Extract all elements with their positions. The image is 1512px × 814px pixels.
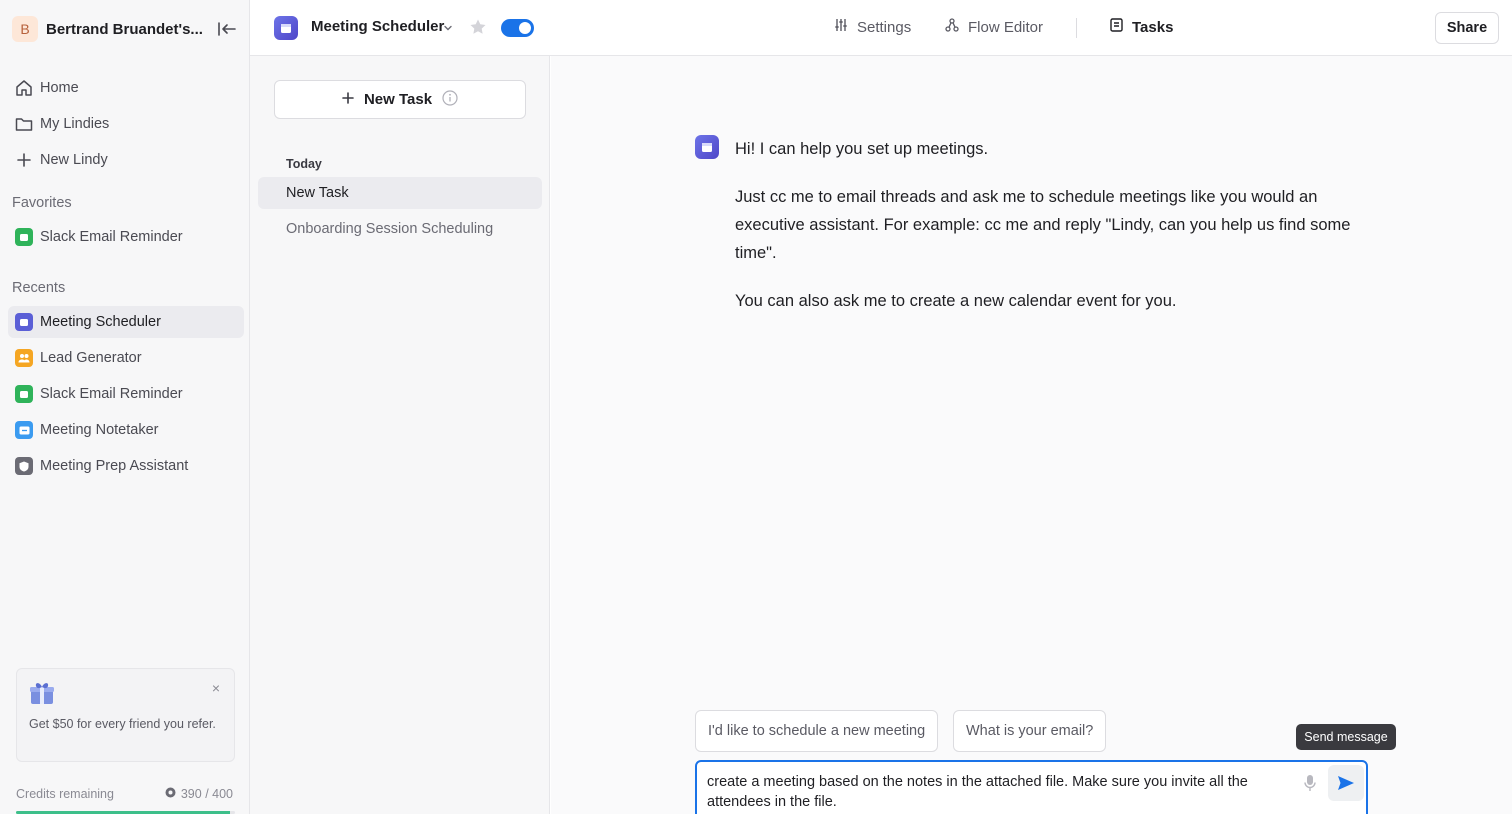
- suggestion-chip[interactable]: What is your email?: [953, 710, 1107, 752]
- info-icon[interactable]: [442, 89, 458, 110]
- nav-new-lindy-label: New Lindy: [40, 152, 108, 168]
- recent-item-label: Meeting Notetaker: [40, 422, 159, 438]
- recent-item-label: Lead Generator: [40, 350, 142, 366]
- calendar-icon: [695, 135, 719, 159]
- tab-tasks[interactable]: Tasks: [1110, 18, 1173, 36]
- favorite-item[interactable]: Slack Email Reminder: [8, 221, 244, 253]
- message-input[interactable]: create a meeting based on the notes in t…: [707, 772, 1287, 812]
- nav-home-label: Home: [40, 80, 79, 96]
- referral-card: × Get $50 for every friend you refer.: [16, 668, 235, 762]
- microphone-icon[interactable]: [1297, 770, 1323, 796]
- recent-item[interactable]: Lead Generator: [8, 342, 244, 374]
- new-task-button[interactable]: New Task: [274, 80, 526, 119]
- recent-item-label: Slack Email Reminder: [40, 386, 183, 402]
- home-icon: [14, 78, 34, 98]
- favorite-item-label: Slack Email Reminder: [40, 229, 183, 245]
- nav-home[interactable]: Home: [8, 72, 244, 104]
- chevron-down-icon[interactable]: [443, 20, 453, 38]
- task-list-pane: New Task Today New Task Onboarding Sessi…: [250, 56, 550, 814]
- plus-icon: [342, 91, 354, 108]
- send-tooltip: Send message: [1296, 724, 1396, 750]
- gift-icon: [29, 681, 55, 710]
- credits-value: 390 / 400: [165, 787, 233, 801]
- plus-icon: [14, 150, 34, 170]
- chat-message: You can also ask me to create a new cale…: [735, 292, 1177, 310]
- recent-item[interactable]: Meeting Prep Assistant: [8, 450, 244, 482]
- new-task-label: New Task: [363, 91, 433, 108]
- close-icon[interactable]: ×: [212, 681, 220, 695]
- message-composer[interactable]: create a meeting based on the notes in t…: [695, 760, 1368, 814]
- tab-settings[interactable]: Settings: [834, 18, 911, 36]
- nav-new-lindy[interactable]: New Lindy: [8, 144, 244, 176]
- chat-message: Just cc me to email threads and ask me t…: [735, 188, 1351, 262]
- slack-email-reminder-icon: [15, 228, 33, 246]
- send-icon: [1338, 776, 1354, 790]
- calendar-icon: [274, 16, 298, 40]
- agent-title[interactable]: Meeting Scheduler: [311, 18, 444, 35]
- task-group-label: Today: [286, 157, 322, 171]
- slack-email-reminder-icon: [15, 385, 33, 403]
- agent-enabled-toggle[interactable]: [501, 19, 534, 37]
- flow-icon: [945, 18, 959, 36]
- tab-flow-editor-label: Flow Editor: [968, 18, 1044, 36]
- credits-count: 390 / 400: [180, 787, 233, 801]
- workspace-avatar: B: [12, 16, 38, 42]
- left-sidebar: B Bertrand Bruandet's... Home My Lindies…: [0, 0, 250, 814]
- toggle-knob: [519, 22, 531, 34]
- recent-item[interactable]: Meeting Notetaker: [8, 414, 244, 446]
- sliders-icon: [834, 18, 848, 36]
- favorites-label: Favorites: [12, 195, 72, 211]
- chat-area: Hi! I can help you set up meetings. Just…: [551, 56, 1512, 814]
- nav-my-lindies[interactable]: My Lindies: [8, 108, 244, 140]
- recents-label: Recents: [12, 280, 66, 296]
- send-button[interactable]: [1328, 765, 1364, 801]
- tab-settings-label: Settings: [857, 18, 912, 36]
- referral-text: Get $50 for every friend you refer.: [29, 717, 216, 731]
- shield-icon: [15, 457, 33, 475]
- collapse-sidebar-icon[interactable]: [216, 18, 238, 40]
- credits-label: Credits remaining: [16, 787, 114, 801]
- chat-message: Hi! I can help you set up meetings.: [735, 140, 989, 158]
- tab-tasks-label: Tasks: [1132, 18, 1174, 36]
- notetaker-icon: [15, 421, 33, 439]
- people-icon: [15, 349, 33, 367]
- document-icon: [1110, 18, 1123, 36]
- workspace-switcher[interactable]: B Bertrand Bruandet's...: [12, 15, 240, 43]
- share-button[interactable]: Share: [1435, 12, 1499, 44]
- recent-item-label: Meeting Prep Assistant: [40, 458, 189, 474]
- recent-item-label: Meeting Scheduler: [40, 314, 161, 330]
- tab-flow-editor[interactable]: Flow Editor: [945, 18, 1043, 36]
- star-icon[interactable]: [469, 18, 487, 41]
- recent-item[interactable]: Slack Email Reminder: [8, 378, 244, 410]
- nav-my-lindies-label: My Lindies: [40, 116, 110, 132]
- recent-item[interactable]: Meeting Scheduler: [8, 306, 244, 338]
- tab-divider: [1076, 18, 1077, 38]
- calendar-icon: [15, 313, 33, 331]
- top-bar: Meeting Scheduler Settings Flow Editor T…: [250, 0, 1512, 56]
- workspace-name: Bertrand Bruandet's...: [46, 20, 203, 38]
- task-item[interactable]: New Task: [258, 177, 542, 209]
- task-item[interactable]: Onboarding Session Scheduling: [258, 213, 542, 245]
- folder-icon: [14, 114, 34, 134]
- suggestion-chip[interactable]: I'd like to schedule a new meeting: [695, 710, 939, 752]
- coin-icon: [165, 787, 176, 801]
